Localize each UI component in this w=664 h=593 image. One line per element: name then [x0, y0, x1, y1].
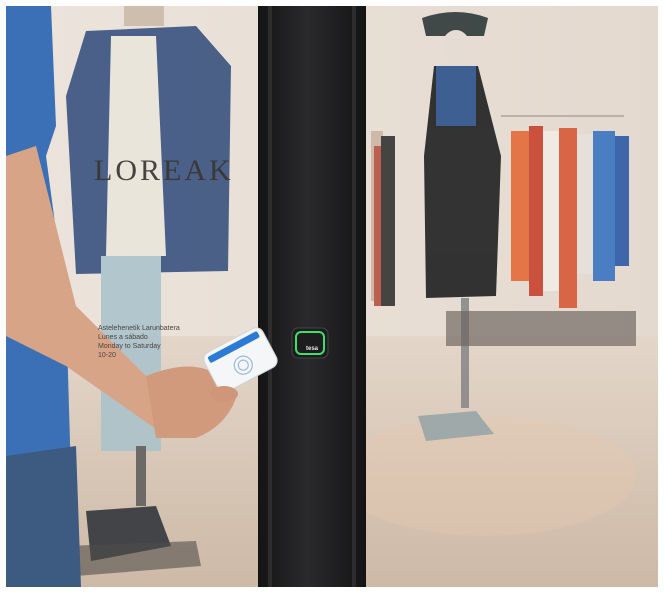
door-frame [258, 6, 366, 587]
note-line: Astelehenetik Larunbatera [98, 325, 180, 332]
note-line: Monday to Saturday [98, 343, 161, 350]
lock-brand-label: tesa [306, 346, 319, 352]
clothing-rack-small [371, 131, 395, 306]
note-line: Lunes a sábado [98, 334, 148, 341]
note-line: 10-20 [98, 352, 116, 359]
smart-lock [291, 327, 329, 359]
photo-frame: LOREAK Astelehenetik Larunbatera Lunes a… [6, 6, 658, 587]
store-scene [6, 6, 658, 587]
store-sign: LOREAK [94, 154, 234, 187]
opening-hours-note: Astelehenetik Larunbatera Lunes a sábado… [98, 324, 180, 360]
thumb [210, 386, 238, 402]
